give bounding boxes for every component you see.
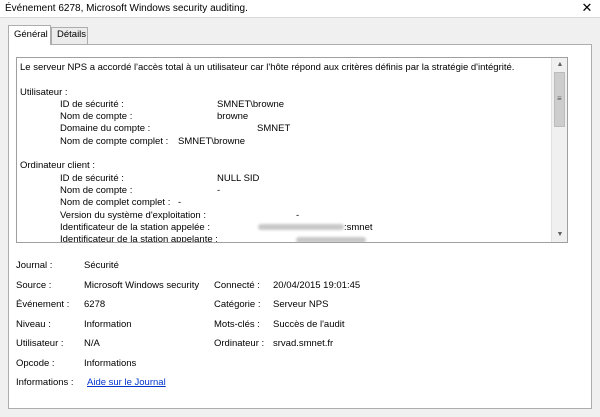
connecte-label: Connecté : <box>214 280 260 291</box>
computer-label: Ordinateur : <box>214 338 265 349</box>
calling-station-label: Identificateur de la station appelante : <box>60 234 218 243</box>
event-id-label: Événement : <box>16 299 70 310</box>
close-icon[interactable]: ✕ <box>580 0 594 16</box>
opcode-value: Informations <box>84 358 137 369</box>
client-os-label: Version du système d'exploitation : <box>60 209 206 221</box>
level-value: Information <box>84 319 132 330</box>
computer-value: srvad.smnet.fr <box>273 338 334 349</box>
level-label: Niveau : <box>16 319 51 330</box>
called-station-label: Identificateur de la station appelée : <box>60 221 210 233</box>
source-value: Microsoft Windows security <box>84 280 200 291</box>
connecte-value: 20/04/2015 19:01:45 <box>273 280 361 291</box>
user-account-value: browne <box>217 111 249 123</box>
client-sid-value: NULL SID <box>217 172 260 184</box>
journal-help-link[interactable]: Aide sur le Journal <box>87 377 166 388</box>
source-label: Source : <box>16 280 52 291</box>
keywords-label: Mots-clés : <box>214 319 260 330</box>
description-text: Le serveur NPS a accordé l'accès total à… <box>20 60 550 243</box>
client-account-label: Nom de compte : <box>60 184 133 196</box>
user-fullname-label: Nom de compte complet : <box>60 135 169 147</box>
client-fullname-label: Nom de complet complet : <box>60 197 171 209</box>
event-id-value: 6278 <box>84 299 106 310</box>
scroll-down-icon[interactable]: ▼ <box>552 228 567 242</box>
user-domain-value: SMNET <box>257 123 291 135</box>
called-station-value: :smnet <box>344 221 373 233</box>
opcode-label: Opcode : <box>16 358 55 369</box>
tab-general[interactable]: Général <box>8 25 51 45</box>
description-intro: Le serveur NPS a accordé l'accès total à… <box>20 62 515 73</box>
journal-value: Sécurité <box>84 260 119 271</box>
user-sid-value: SMNET\browne <box>217 98 285 110</box>
scroll-up-icon[interactable]: ▲ <box>552 58 567 72</box>
user-sid-label: ID de sécurité : <box>60 98 124 110</box>
redacted-mac <box>258 224 344 231</box>
client-account-value: - <box>217 184 221 196</box>
keywords-value: Succès de l'audit <box>273 319 345 330</box>
grip-icon: ≡ <box>557 94 562 103</box>
title-bar: Événement 6278, Microsoft Windows securi… <box>0 0 600 18</box>
client-sid-label: ID de sécurité : <box>60 172 124 184</box>
scroll-thumb[interactable]: ≡ <box>554 72 565 127</box>
description-scrollbar[interactable]: ▲ ≡ ▼ <box>551 58 567 242</box>
tab-details[interactable]: Détails <box>51 27 88 44</box>
user-account-label: Nom de compte : <box>60 111 133 123</box>
user-domain-label: Domaine du compte : <box>60 123 151 135</box>
user-section-heading: Utilisateur : <box>20 86 68 98</box>
category-value: Serveur NPS <box>273 299 329 310</box>
client-section-heading: Ordinateur client : <box>20 160 95 172</box>
info-label: Informations : <box>16 377 74 388</box>
client-os-value: - <box>296 209 300 221</box>
window-title: Événement 6278, Microsoft Windows securi… <box>5 3 248 14</box>
redacted-calling-station <box>296 236 366 242</box>
client-fullname-value: - <box>178 197 182 209</box>
journal-label: Journal : <box>16 260 53 271</box>
user-value: N/A <box>84 338 100 349</box>
user-label: Utilisateur : <box>16 338 64 349</box>
event-description[interactable]: Le serveur NPS a accordé l'accès total à… <box>16 57 568 243</box>
category-label: Catégorie : <box>214 299 261 310</box>
user-fullname-value: SMNET\browne <box>178 135 246 147</box>
